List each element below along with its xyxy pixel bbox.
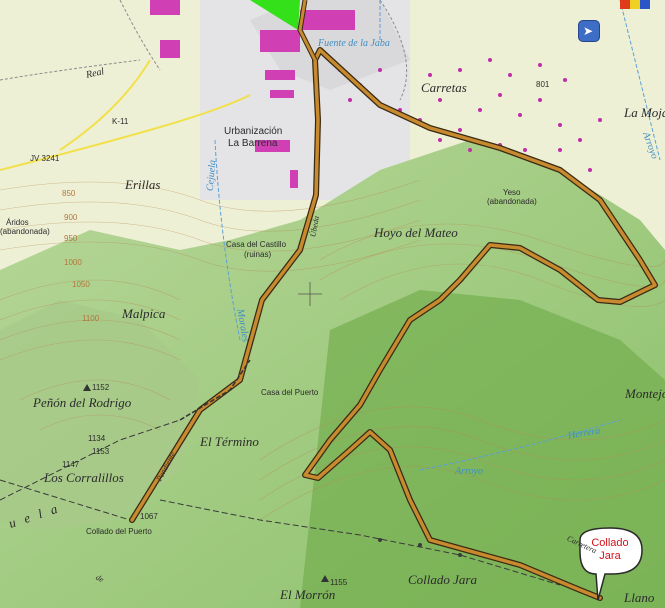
elev-1100: 1100	[82, 314, 100, 323]
place-urbanizacion: Urbanización	[224, 126, 283, 137]
place-yeso-abandonada: (abandonada)	[487, 197, 537, 206]
callout-text: Collado Jara	[576, 537, 644, 563]
elev-1050: 1050	[72, 280, 90, 289]
elev-801: 801	[536, 80, 550, 89]
elev-1067: 1067	[140, 512, 158, 521]
place-montejo: Montejo	[625, 386, 665, 401]
place-casa-castillo: Casa del Castillo	[226, 240, 287, 249]
elev-950: 950	[64, 234, 78, 243]
road-jv: JV 3241	[30, 154, 60, 163]
callout-line2: Jara	[599, 550, 621, 562]
elev-850: 850	[62, 189, 76, 198]
place-los-corralillos: Los Corralillos	[44, 470, 124, 485]
place-erillas: Erillas	[125, 177, 161, 192]
callout-line1: Collado	[591, 537, 629, 549]
place-collado-jara: Collado Jara	[408, 572, 477, 587]
map-view[interactable]: ➤ Carretas La Moja Urbanización La Barre…	[0, 0, 665, 608]
map-canvas	[0, 0, 665, 608]
road-kt: K-11	[112, 117, 129, 126]
collado-jara-callout[interactable]: Collado Jara	[576, 527, 644, 577]
place-hoyo-mateo: Hoyo del Mateo	[374, 225, 458, 240]
place-fuente: Fuente de la Jaba	[318, 38, 390, 49]
elev-1153: 1153	[92, 447, 110, 456]
stream-arroyo: Arroyo	[455, 466, 483, 477]
place-yeso: Yeso	[503, 188, 521, 197]
place-la-moja: La Moja	[624, 105, 665, 120]
elev-1000: 1000	[64, 258, 82, 267]
place-el-termino: El Término	[200, 434, 259, 449]
place-la-barrena: La Barrena	[228, 138, 278, 149]
elev-1134: 1134	[88, 434, 106, 443]
place-penon-rodrigo: Peñón del Rodrigo	[33, 395, 132, 410]
arrow-icon: ➤	[583, 24, 594, 38]
place-malpica: Malpica	[122, 306, 166, 321]
elev-1152: 1152	[92, 383, 110, 392]
place-collado-puerto: Collado del Puerto	[86, 527, 152, 536]
navigation-arrow-icon[interactable]: ➤	[578, 20, 600, 42]
place-ruinas: (ruinas)	[244, 250, 272, 259]
place-el-morron: El Morrón	[280, 587, 336, 602]
place-aridos: Áridos	[6, 218, 29, 227]
elev-1147: 1147	[62, 460, 80, 469]
elev-1155: 1155	[330, 578, 348, 587]
elev-900: 900	[64, 213, 78, 222]
place-casa-puerto: Casa del Puerto	[261, 388, 319, 397]
place-llano: Llano	[624, 590, 655, 605]
place-carretas: Carretas	[421, 80, 467, 95]
place-aridos-abandonada: (abandonada)	[0, 227, 50, 236]
